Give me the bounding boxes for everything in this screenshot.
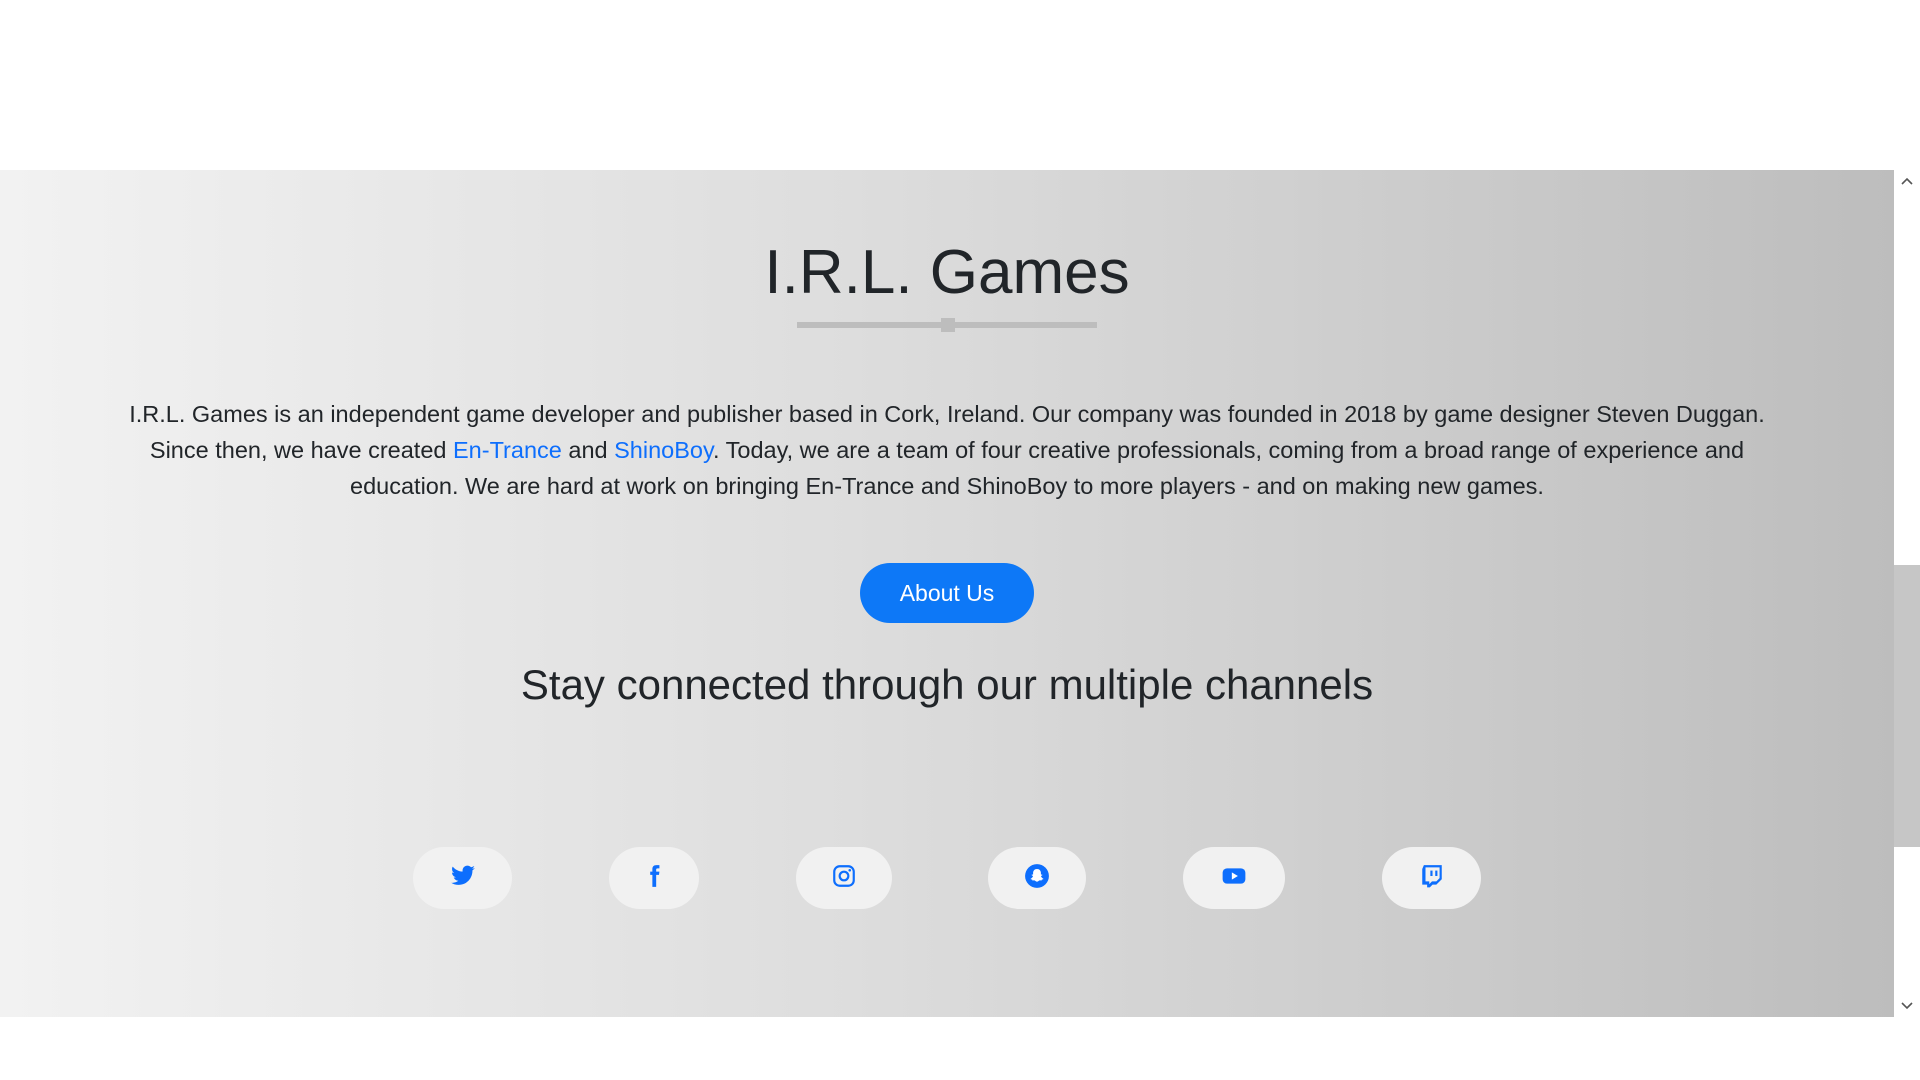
twitch-button[interactable] xyxy=(1382,847,1481,909)
vertical-scrollbar[interactable] xyxy=(1894,170,1920,1017)
page-title: I.R.L. Games xyxy=(764,238,1130,307)
youtube-button[interactable] xyxy=(1183,847,1285,909)
facebook-icon xyxy=(641,863,667,894)
twitter-button[interactable] xyxy=(413,847,512,909)
twitch-icon xyxy=(1419,863,1445,894)
twitter-icon xyxy=(450,863,476,894)
snapchat-button[interactable] xyxy=(988,847,1086,909)
instagram-icon xyxy=(831,863,857,894)
facebook-button[interactable] xyxy=(609,847,699,909)
en-trance-link[interactable]: En-Trance xyxy=(453,437,562,463)
instagram-button[interactable] xyxy=(796,847,892,909)
scroll-thumb[interactable] xyxy=(1894,565,1920,847)
channels-heading: Stay connected through our multiple chan… xyxy=(520,661,1374,708)
snapchat-icon xyxy=(1024,863,1050,894)
scroll-up-icon[interactable] xyxy=(1894,170,1920,192)
youtube-icon xyxy=(1221,863,1247,894)
intro-text-and: and xyxy=(561,437,615,463)
intro-paragraph: I.R.L. Games is an independent game deve… xyxy=(110,396,1784,504)
shinoboy-link[interactable]: ShinoBoy xyxy=(614,437,713,463)
title-underline-dot xyxy=(941,318,955,332)
about-us-button[interactable]: About Us xyxy=(860,563,1034,623)
scroll-down-icon[interactable] xyxy=(1894,995,1920,1017)
